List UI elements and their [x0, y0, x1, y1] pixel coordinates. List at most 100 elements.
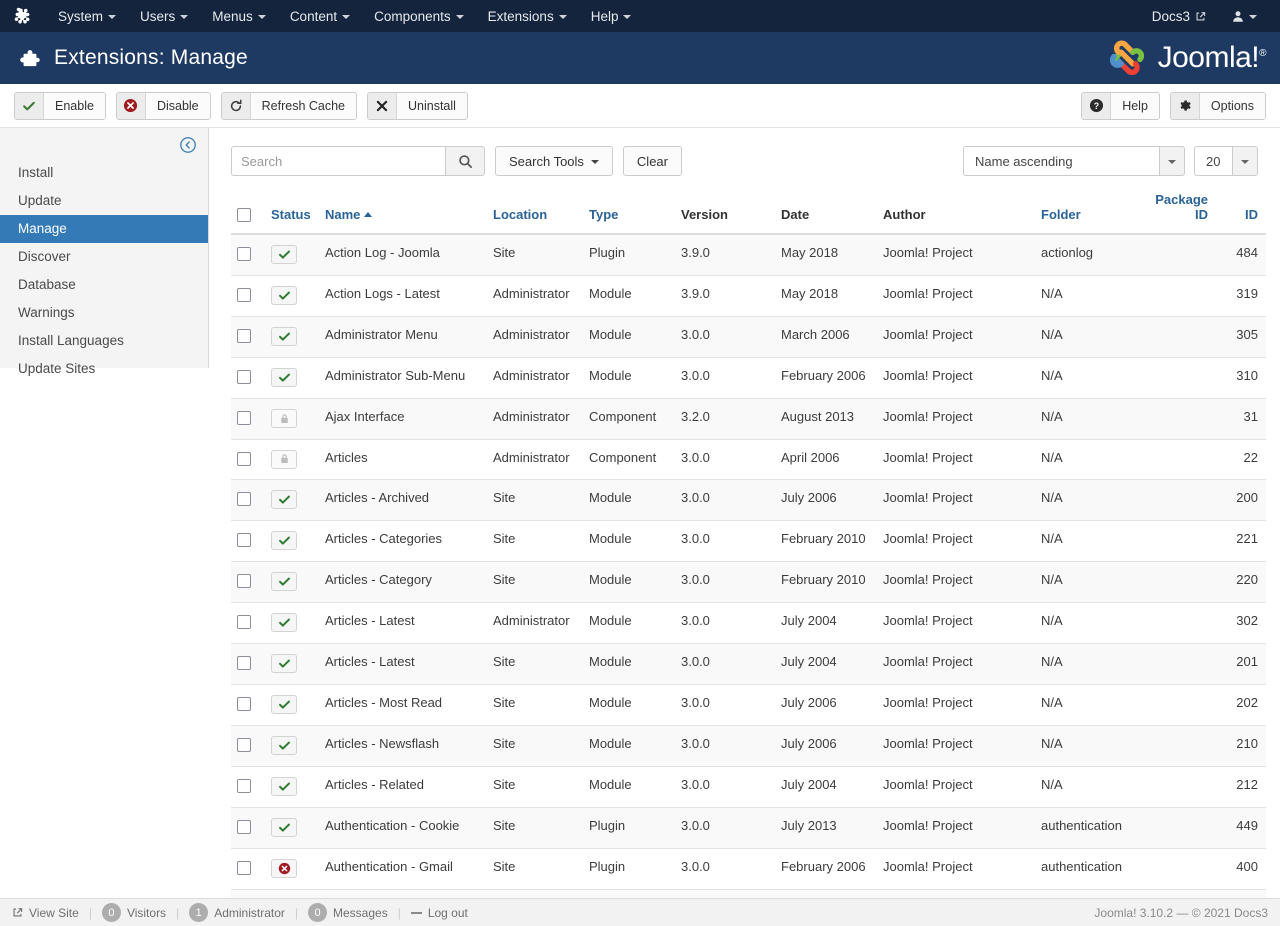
sidebar-item-database[interactable]: Database	[0, 271, 208, 299]
status-enabled-button[interactable]	[271, 572, 297, 591]
view-site-link[interactable]: View Site	[12, 906, 89, 920]
column-header-name[interactable]: Name	[319, 192, 487, 235]
table-row: Articles - Latest Administrator Module 3.0.…	[231, 602, 1266, 644]
status-enabled-button[interactable]	[271, 654, 297, 673]
status-enabled-button[interactable]	[271, 327, 297, 346]
row-checkbox[interactable]	[237, 615, 251, 630]
row-checkbox[interactable]	[237, 492, 251, 507]
main-menu: System Users Menus Content Components Ex…	[46, 3, 643, 30]
search-button[interactable]	[445, 146, 485, 176]
menu-item-help[interactable]: Help	[579, 3, 644, 30]
visitors-status[interactable]: 0 Visitors	[92, 903, 176, 922]
arrow-circle-left-icon[interactable]	[179, 136, 197, 154]
sort-select[interactable]: Name ascending	[963, 146, 1185, 176]
menu-item-menus[interactable]: Menus	[200, 3, 278, 30]
row-name-cell: Administrator Sub-Menu	[319, 357, 487, 399]
sidebar-item-install[interactable]: Install	[0, 159, 208, 187]
sidebar-item-install-languages[interactable]: Install Languages	[0, 327, 208, 355]
help-button[interactable]: ? Help	[1081, 91, 1160, 120]
status-disabled-button[interactable]	[271, 859, 297, 878]
chevron-down-icon[interactable]	[1232, 146, 1258, 176]
row-checkbox[interactable]	[237, 697, 251, 712]
row-date-cell: February 2006	[775, 357, 877, 399]
row-type-cell: Module	[583, 602, 675, 644]
status-enabled-button[interactable]	[271, 736, 297, 755]
sidebar-item-update[interactable]: Update	[0, 187, 208, 215]
row-location-cell: Site	[487, 643, 583, 685]
row-select-cell	[231, 766, 265, 808]
select-all-checkbox[interactable]	[237, 208, 251, 222]
row-author-cell: Joomla! Project	[877, 275, 1035, 317]
row-status-cell	[265, 275, 319, 317]
row-checkbox[interactable]	[237, 738, 251, 753]
column-header-package-id[interactable]: Package ID	[1138, 192, 1218, 235]
status-enabled-button[interactable]	[271, 777, 297, 796]
menu-item-users[interactable]: Users	[128, 3, 200, 30]
search-icon	[458, 154, 472, 168]
clear-button[interactable]: Clear	[622, 146, 682, 176]
column-header-type[interactable]: Type	[583, 192, 675, 235]
enable-button[interactable]: Enable	[14, 91, 106, 120]
row-select-cell	[231, 439, 265, 480]
sidebar-item-warnings[interactable]: Warnings	[0, 299, 208, 327]
row-version-cell: 3.0.0	[675, 439, 775, 480]
logout-link[interactable]: Log out	[401, 906, 478, 920]
row-checkbox[interactable]	[237, 370, 251, 385]
chevron-down-icon[interactable]	[1159, 146, 1185, 176]
refresh-cache-button[interactable]: Refresh Cache	[220, 91, 357, 120]
search-input[interactable]	[231, 146, 445, 176]
times-icon	[368, 92, 397, 119]
administrator-status[interactable]: 1 Administrator	[179, 903, 295, 922]
row-checkbox[interactable]	[237, 451, 251, 466]
disable-button[interactable]: Disable	[115, 91, 211, 120]
row-checkbox[interactable]	[237, 861, 251, 876]
column-header-location[interactable]: Location	[487, 192, 583, 235]
sidebar-item-manage[interactable]: Manage	[0, 215, 208, 243]
status-enabled-button[interactable]	[271, 613, 297, 632]
row-checkbox[interactable]	[237, 820, 251, 835]
status-enabled-button[interactable]	[271, 286, 297, 305]
enable-button-label: Enable	[44, 92, 105, 119]
row-folder-cell: N/A	[1035, 561, 1138, 603]
row-location-cell: Site	[487, 520, 583, 562]
user-menu-button[interactable]	[1221, 4, 1268, 29]
menu-item-content[interactable]: Content	[278, 3, 362, 30]
options-button[interactable]: Options	[1169, 91, 1266, 120]
joomla-mark-icon[interactable]	[10, 5, 36, 27]
row-location-cell: Site	[487, 766, 583, 808]
column-header-folder[interactable]: Folder	[1035, 192, 1138, 235]
column-header-status[interactable]: Status	[265, 192, 319, 235]
search-tools-button[interactable]: Search Tools	[495, 146, 613, 176]
row-checkbox[interactable]	[237, 779, 251, 794]
row-date-cell: November 2005	[775, 889, 877, 898]
messages-status[interactable]: 0 Messages	[298, 903, 398, 922]
status-enabled-button[interactable]	[271, 490, 297, 509]
status-enabled-button[interactable]	[271, 368, 297, 387]
site-preview-link[interactable]: Docs3	[1141, 3, 1217, 30]
uninstall-button[interactable]: Uninstall	[367, 91, 468, 120]
row-folder-cell: N/A	[1035, 520, 1138, 562]
row-checkbox[interactable]	[237, 656, 251, 671]
status-enabled-button[interactable]	[271, 695, 297, 714]
row-id-cell: 310	[1218, 357, 1266, 399]
row-name-cell: Authentication - Gmail	[319, 848, 487, 890]
row-checkbox[interactable]	[237, 288, 251, 303]
status-enabled-button[interactable]	[271, 818, 297, 837]
row-package-cell	[1138, 807, 1218, 849]
menu-item-components[interactable]: Components	[362, 3, 476, 30]
row-checkbox[interactable]	[237, 329, 251, 344]
row-checkbox[interactable]	[237, 247, 251, 262]
row-checkbox[interactable]	[237, 574, 251, 589]
search-tools-label: Search Tools	[509, 153, 584, 169]
status-enabled-button[interactable]	[271, 531, 297, 550]
sidebar-item-update-sites[interactable]: Update Sites	[0, 355, 208, 383]
menu-item-extensions[interactable]: Extensions	[476, 3, 579, 30]
column-header-id[interactable]: ID	[1218, 192, 1266, 235]
menu-item-system[interactable]: System	[46, 3, 128, 30]
status-enabled-button[interactable]	[271, 245, 297, 264]
row-checkbox[interactable]	[237, 533, 251, 548]
row-author-cell: Joomla! Project	[877, 684, 1035, 726]
limit-select[interactable]: 20	[1194, 146, 1258, 176]
sidebar-item-discover[interactable]: Discover	[0, 243, 208, 271]
row-checkbox[interactable]	[237, 411, 251, 426]
